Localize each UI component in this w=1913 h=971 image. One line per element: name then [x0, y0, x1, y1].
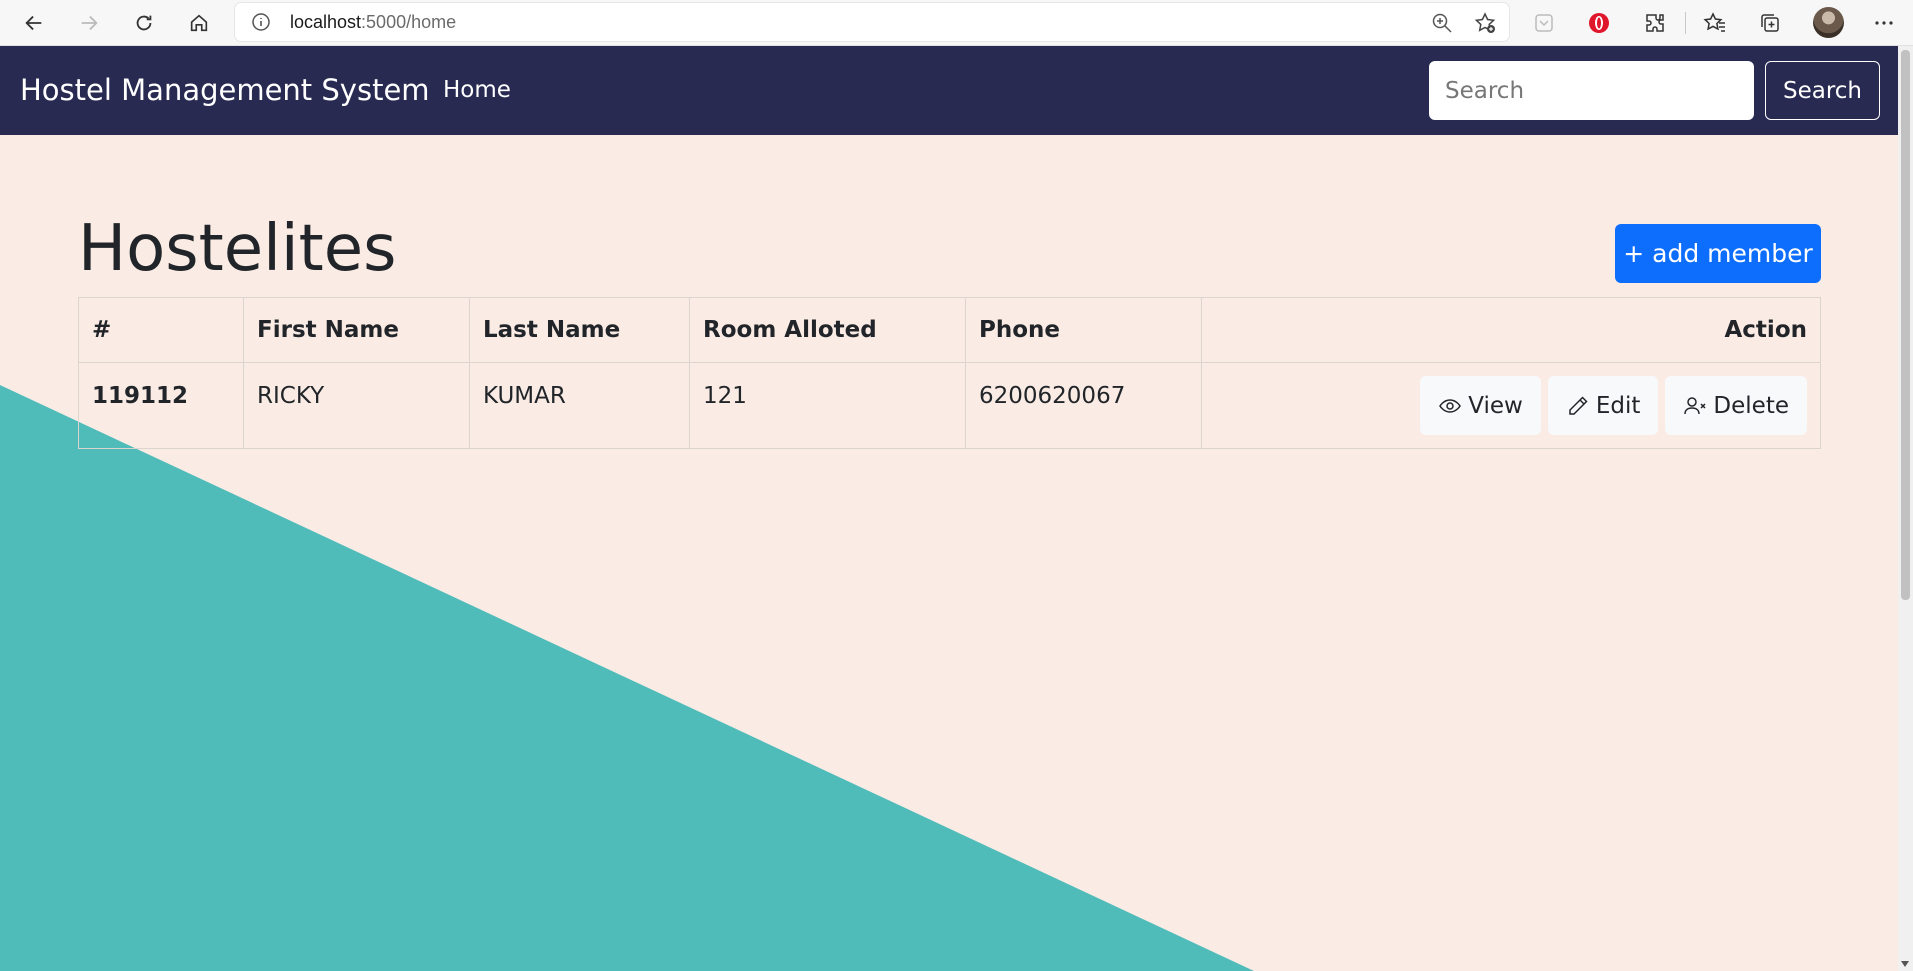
browser-toolbar: localhost:5000/home: [0, 0, 1913, 46]
profile-avatar[interactable]: [1813, 7, 1844, 38]
settings-menu-button[interactable]: [1870, 9, 1898, 37]
edit-button[interactable]: Edit: [1547, 376, 1659, 435]
search-button[interactable]: Search: [1765, 61, 1880, 120]
cell-room: 121: [689, 362, 966, 449]
address-bar[interactable]: localhost:5000/home: [235, 3, 1509, 41]
favorites-star-icon: [1703, 12, 1725, 32]
forward-button[interactable]: [73, 7, 105, 39]
opera-icon: [1589, 13, 1609, 33]
add-favorite-icon[interactable]: [1473, 11, 1497, 35]
add-member-button[interactable]: + add member: [1615, 224, 1821, 283]
user-x-icon: [1684, 396, 1706, 414]
reload-button[interactable]: [128, 7, 160, 39]
puzzle-icon: [1646, 14, 1664, 32]
home-icon: [190, 14, 208, 32]
column-header-first-name: First Name: [243, 297, 470, 363]
delete-button[interactable]: Delete: [1665, 376, 1807, 435]
column-header-room: Room Alloted: [689, 297, 966, 363]
reload-icon: [136, 15, 152, 31]
column-header-last-name: Last Name: [469, 297, 690, 363]
back-button[interactable]: [18, 7, 50, 39]
info-icon: [252, 13, 270, 31]
collections-icon: [1761, 14, 1779, 32]
table-header-row: # First Name Last Name Room Alloted Phon…: [78, 297, 1821, 363]
back-arrow-icon: [25, 15, 42, 31]
column-header-phone: Phone: [965, 297, 1202, 363]
home-button[interactable]: [183, 7, 215, 39]
cell-actions: View Edit Delete: [1201, 362, 1821, 449]
cell-id: 119112: [78, 362, 244, 449]
teal-background-triangle: [0, 385, 1254, 971]
more-dots-icon: [1875, 21, 1893, 25]
pencil-icon: [1569, 395, 1588, 415]
scroll-down-arrow-icon[interactable]: [1901, 961, 1909, 967]
cell-phone: 6200620067: [965, 362, 1202, 449]
view-button[interactable]: View: [1420, 376, 1541, 435]
extensions-button[interactable]: [1641, 9, 1669, 37]
collections-button[interactable]: [1756, 9, 1784, 37]
toolbar-separator: [1685, 12, 1686, 34]
page-scrollbar[interactable]: [1898, 46, 1913, 971]
view-button-label: View: [1468, 392, 1523, 419]
scrollbar-thumb[interactable]: [1901, 50, 1910, 600]
table-row: 119112 RICKY KUMAR 121 6200620067 View E…: [78, 362, 1821, 449]
column-header-action: Action: [1201, 297, 1821, 363]
nav-home-link[interactable]: Home: [443, 77, 511, 103]
cell-first-name: RICKY: [243, 362, 470, 449]
pocket-extension-button[interactable]: [1530, 9, 1558, 37]
page-title: Hostelites: [78, 212, 397, 286]
url-text: localhost:5000/home: [290, 12, 457, 32]
edit-button-label: Edit: [1595, 392, 1641, 419]
eye-icon: [1439, 398, 1462, 413]
column-header-id: #: [78, 297, 244, 363]
forward-arrow-icon: [81, 15, 98, 31]
search-input[interactable]: [1429, 61, 1754, 120]
brand-title[interactable]: Hostel Management System: [20, 73, 430, 107]
app-navbar: Hostel Management System Home Search: [0, 46, 1898, 135]
cell-last-name: KUMAR: [469, 362, 690, 449]
favorites-button[interactable]: [1701, 9, 1729, 37]
pocket-icon: [1535, 14, 1553, 32]
hostelites-table: # First Name Last Name Room Alloted Phon…: [78, 297, 1821, 449]
opera-extension-button[interactable]: [1585, 9, 1613, 37]
zoom-icon[interactable]: [1431, 12, 1453, 34]
delete-button-label: Delete: [1713, 392, 1789, 419]
